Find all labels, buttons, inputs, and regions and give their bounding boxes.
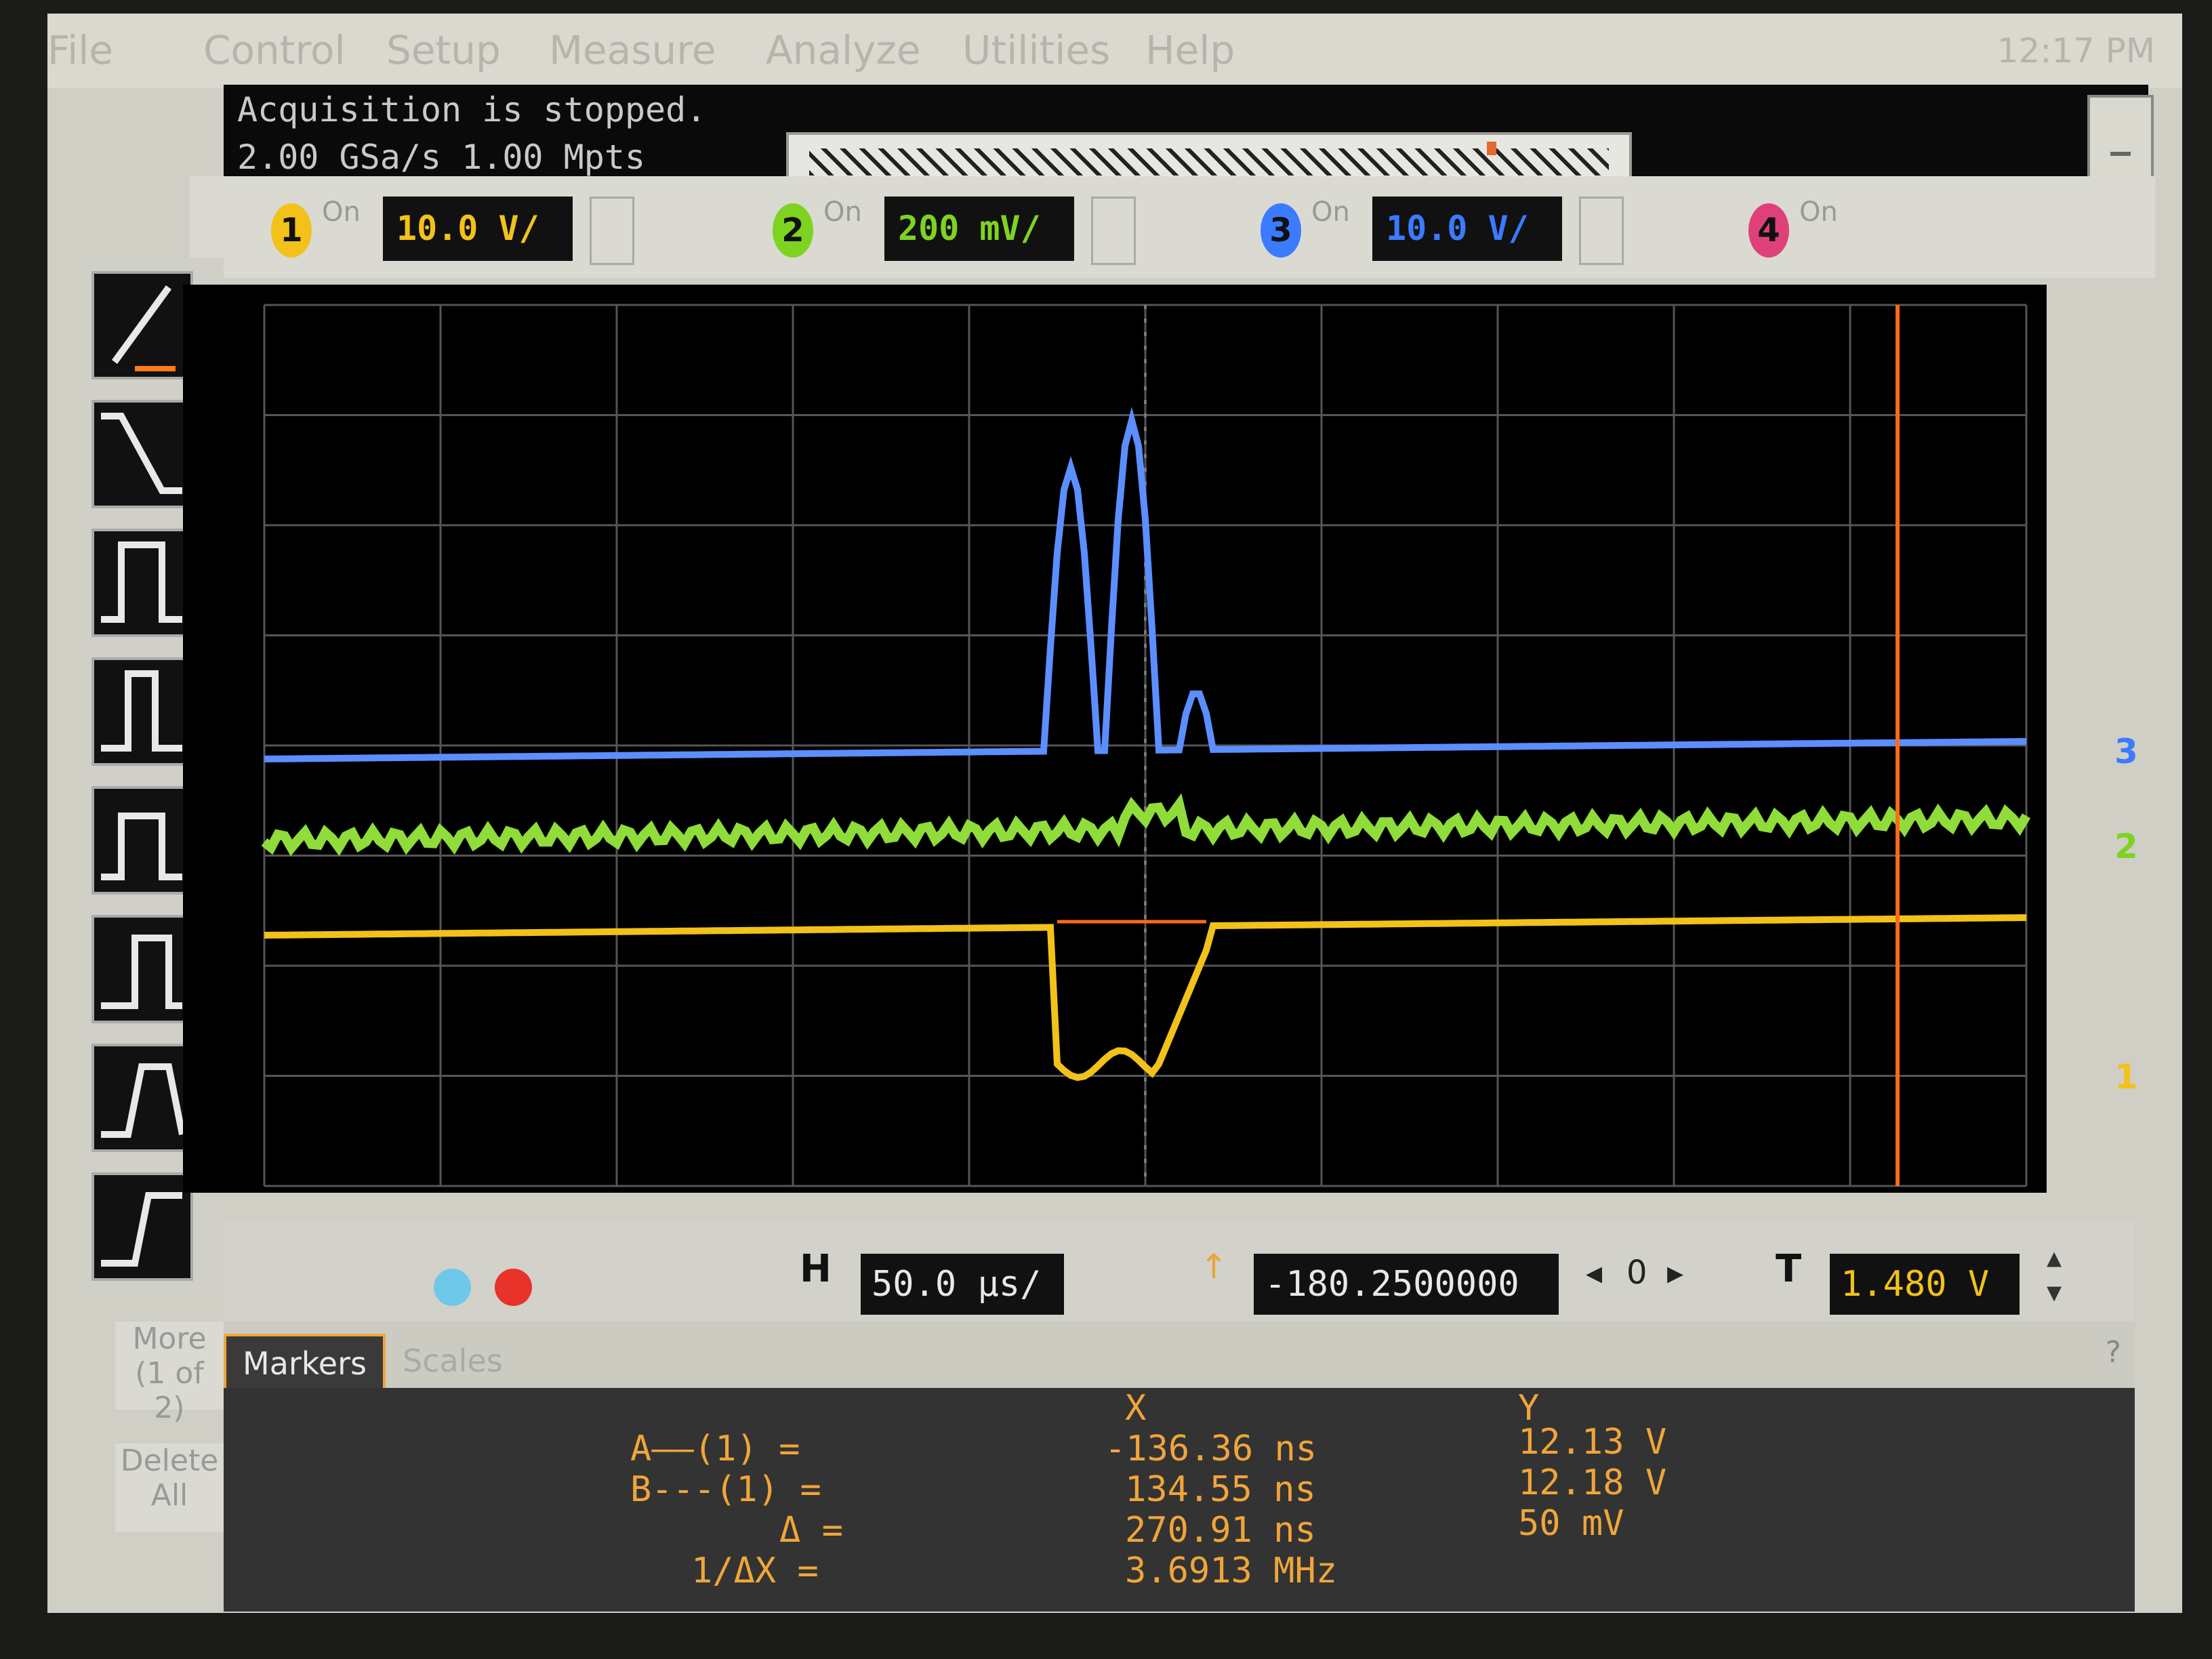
more-button[interactable]: More (1 of 2) <box>115 1322 224 1425</box>
marker-delta-label: Δ = <box>779 1510 843 1551</box>
channel-1-on-label: On <box>322 197 361 228</box>
channel-2-badge[interactable]: 2 <box>773 203 813 258</box>
menu-utilities[interactable]: Utilities <box>962 27 1110 73</box>
zoom-tool-button[interactable] <box>91 271 193 380</box>
marker-a-y: 12.13 V <box>1518 1422 1667 1462</box>
stop-indicator-icon[interactable] <box>495 1269 532 1306</box>
help-icon[interactable]: ? <box>2106 1335 2121 1370</box>
marker-b-x: 134.55 ns <box>1125 1469 1316 1510</box>
run-indicator-icon[interactable] <box>434 1269 471 1306</box>
channel-3-badge[interactable]: 3 <box>1261 203 1301 258</box>
menu-setup[interactable]: Setup <box>386 27 501 73</box>
marker-b-y: 12.18 V <box>1518 1462 1667 1503</box>
channel-2-on-label: On <box>823 197 862 228</box>
clock: 12:17 PM <box>1996 31 2155 70</box>
channel-4-badge[interactable]: 4 <box>1748 203 1789 258</box>
marker-a-x: -136.36 ns <box>1105 1429 1317 1469</box>
menu-analyze[interactable]: Analyze <box>766 27 921 73</box>
channel-2-scale[interactable]: 200 mV/ <box>884 197 1074 261</box>
channel-3-scale[interactable]: 10.0 V/ <box>1372 197 1562 261</box>
glitch-trigger-button[interactable] <box>91 657 193 766</box>
menu-bar: File Control Setup Measure Analyze Utili… <box>47 14 2182 88</box>
delay-reference: 0 <box>1626 1254 1647 1292</box>
more-page: (1 of 2) <box>135 1356 204 1425</box>
channel-3-scale-spinner[interactable] <box>1579 197 1624 265</box>
tab-markers[interactable]: Markers <box>224 1334 386 1393</box>
delay-field[interactable]: -180.2500000 µs <box>1254 1254 1559 1366</box>
tab-scales[interactable]: Scales <box>386 1334 519 1388</box>
transition-icon <box>101 1063 186 1138</box>
pulse-width-button[interactable] <box>91 529 193 637</box>
marker-delta-x: 270.91 ns <box>1125 1510 1316 1551</box>
waveform-display[interactable] <box>183 285 2047 1193</box>
channel-1-control[interactable]: 1 On 10.0 V/ <box>271 190 651 265</box>
trigger-level-field[interactable]: 1.480 V <box>1830 1254 2020 1315</box>
pulse-width-icon <box>101 541 182 623</box>
delay-icon: ↑ <box>1200 1247 1228 1286</box>
setup-hold-icon <box>101 1192 182 1267</box>
falling-edge-button[interactable] <box>91 400 193 508</box>
channel-2-scale-spinner[interactable] <box>1091 197 1136 265</box>
menu-control[interactable]: Control <box>203 27 346 73</box>
marker-inverse-x: 3.6913 MHz <box>1125 1551 1338 1591</box>
zoom-icon <box>111 285 176 371</box>
runt-trigger-button[interactable] <box>91 786 193 895</box>
channel-1-ground-marker[interactable]: 1 <box>2114 1057 2138 1097</box>
trigger-label: T <box>1776 1247 1802 1291</box>
timeout-trigger-button[interactable] <box>91 915 193 1023</box>
channel-4-on-label: On <box>1799 197 1838 228</box>
marker-a-label: A——(1) = <box>630 1429 800 1469</box>
markers-readout: X Y A——(1) = -136.36 ns 12.13 V B---(1) … <box>224 1388 2135 1612</box>
channel-3-on-label: On <box>1311 197 1350 228</box>
channel-3-ground-marker[interactable]: 3 <box>2114 732 2138 771</box>
channel-bar: 1 On 10.0 V/ 2 On 200 mV/ 3 On 10.0 V/ 4… <box>190 176 2155 278</box>
acquisition-state: Acquisition is stopped. <box>237 90 707 129</box>
marker-b-label: B---(1) = <box>630 1469 821 1510</box>
setup-hold-button[interactable] <box>91 1172 193 1281</box>
minimize-button[interactable] <box>2087 95 2154 182</box>
minimize-icon <box>2110 152 2131 156</box>
channel-1-scale[interactable]: 10.0 V/ <box>383 197 573 261</box>
sample-rate: 2.00 GSa/s 1.00 Mpts <box>237 138 646 177</box>
marker-delta-y: 50 mV <box>1518 1503 1624 1544</box>
transition-trigger-button[interactable] <box>91 1044 193 1152</box>
markers-header-x: X <box>1125 1388 1147 1429</box>
waveform-graticule <box>261 304 2031 1187</box>
runt-icon <box>101 813 182 880</box>
horizontal-controls: H 50.0 µs/ ↑ -180.2500000 µs ◂ 0 ▸ T 1.4… <box>224 1220 2135 1366</box>
menu-measure[interactable]: Measure <box>549 27 716 73</box>
delay-right-icon[interactable]: ▸ <box>1667 1254 1683 1292</box>
timebase-field[interactable]: 50.0 µs/ <box>861 1254 1064 1315</box>
menu-help[interactable]: Help <box>1145 27 1235 73</box>
falling-edge-icon <box>101 413 182 494</box>
overview-position-mark <box>1487 142 1496 155</box>
glitch-icon <box>101 670 182 752</box>
bottom-tabs: Markers Scales ? <box>224 1322 2135 1393</box>
horizontal-label: H <box>800 1247 832 1291</box>
channel-1-badge[interactable]: 1 <box>271 203 312 258</box>
more-label: More <box>132 1322 207 1356</box>
channel-2-ground-marker[interactable]: 2 <box>2114 827 2138 866</box>
menu-file[interactable]: File <box>47 27 113 73</box>
channel-1-scale-spinner[interactable] <box>590 197 634 265</box>
delete-all-button[interactable]: Delete All <box>115 1443 224 1532</box>
marker-inverse-label: 1/ΔX = <box>691 1551 819 1591</box>
trigger-level-spinner-icon[interactable]: ▴ ▾ <box>2047 1240 2062 1309</box>
channel-3-control[interactable]: 3 On 10.0 V/ <box>1261 190 1640 265</box>
delete-all-label: All <box>150 1478 188 1513</box>
delete-label: Delete <box>120 1443 219 1478</box>
channel-2-control[interactable]: 2 On 200 mV/ <box>773 190 1152 265</box>
timeout-icon <box>101 935 182 1009</box>
delay-left-icon[interactable]: ◂ <box>1586 1254 1602 1292</box>
channel-4-control[interactable]: 4 On <box>1748 190 1884 264</box>
